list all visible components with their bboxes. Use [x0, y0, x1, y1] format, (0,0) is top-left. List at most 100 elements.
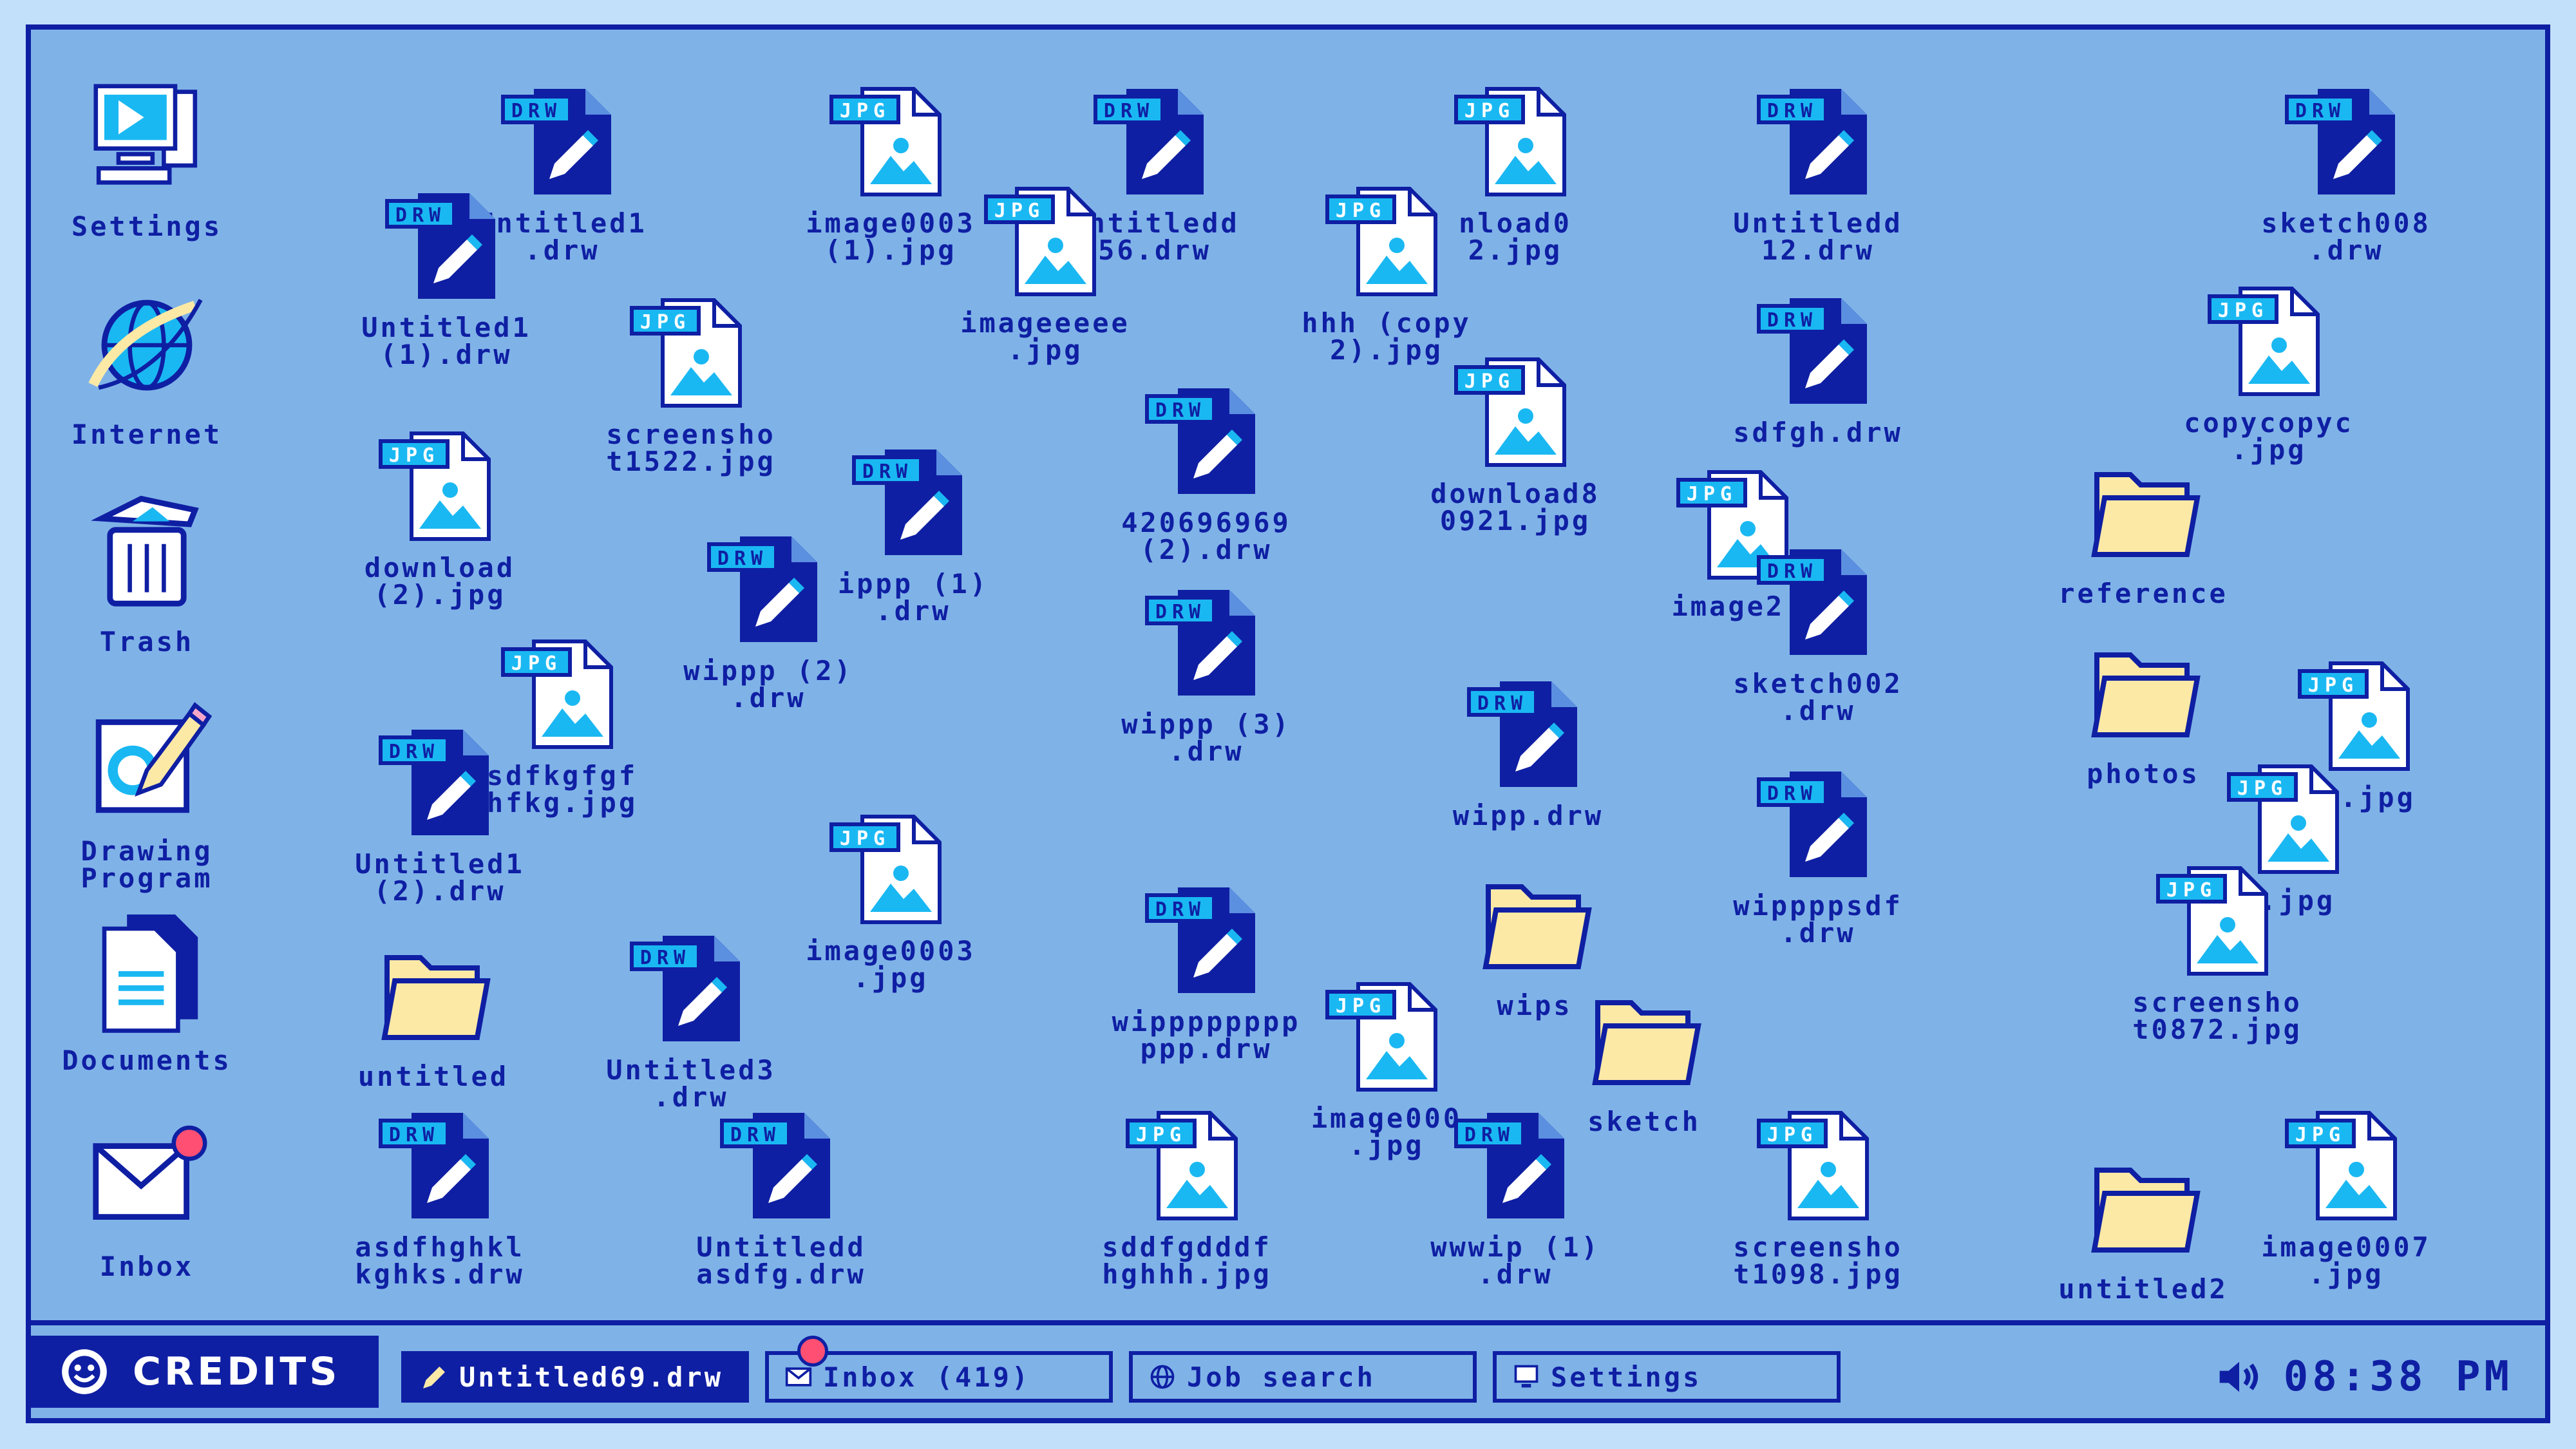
- trash-icon: [91, 495, 199, 607]
- drw-file-icon: DRW: [379, 730, 489, 835]
- file-icon-jpg[interactable]: JPG image0003 .jpg: [788, 804, 994, 992]
- drawing-program-icon: [95, 702, 213, 813]
- system-clock[interactable]: 08:38 PM: [2217, 1351, 2513, 1403]
- documents-icon: [102, 914, 198, 1033]
- icon-label: wipppppppp ppp.drw: [1112, 1006, 1301, 1065]
- folder-untitled[interactable]: untitled: [330, 929, 536, 1090]
- task-inbox[interactable]: Inbox (419): [765, 1336, 1113, 1403]
- svg-text:JPG: JPG: [1464, 100, 1515, 122]
- file-icon-drw[interactable]: DRW wippppsdf .drw: [1715, 759, 1921, 947]
- svg-text:JPG: JPG: [1336, 995, 1386, 1018]
- drw-file-icon: DRW: [1145, 590, 1255, 696]
- folder-icon: [1592, 1000, 1701, 1085]
- start-label: CREDITS: [133, 1349, 341, 1394]
- icon-label: wippp (3) .drw: [1121, 708, 1291, 767]
- svg-text:JPG: JPG: [389, 444, 439, 467]
- file-icon-jpg[interactable]: JPG imageeeee .jpg: [942, 176, 1148, 364]
- icon-label: sddfgdddf hghhh.jpg: [1102, 1231, 1272, 1290]
- file-icon-drw[interactable]: DRW Untitled1 (2).drw: [337, 717, 543, 905]
- folder-icon: [1482, 884, 1592, 969]
- icon-label: screensho t0872.jpg: [2132, 987, 2302, 1045]
- notification-dot: [797, 1336, 828, 1367]
- file-icon-drw[interactable]: DRW sdfgh.drw: [1715, 285, 1921, 446]
- folder-photos[interactable]: photos: [2040, 627, 2246, 788]
- file-icon-drw[interactable]: DRW wippp (2) .drw: [665, 524, 871, 712]
- file-icon-drw[interactable]: DRW Untitledd 12.drw: [1715, 76, 1921, 264]
- svg-text:JPG: JPG: [2308, 674, 2358, 697]
- task-untitled69[interactable]: Untitled69.drw: [401, 1351, 749, 1403]
- file-icon-drw[interactable]: DRW asdfhghkl kghks.drw: [337, 1100, 543, 1288]
- clock-time: 08:38 PM: [2283, 1353, 2513, 1401]
- computer-icon: [1514, 1365, 1539, 1388]
- speaker-icon[interactable]: [2217, 1358, 2262, 1396]
- folder-sketch[interactable]: sketch: [1541, 974, 1747, 1135]
- svg-text:DRW: DRW: [862, 460, 913, 483]
- svg-text:DRW: DRW: [389, 741, 439, 763]
- desktop-icon-drawing-program[interactable]: Drawing Program: [44, 691, 250, 892]
- svg-text:JPG: JPG: [1136, 1124, 1186, 1146]
- file-icon-drw[interactable]: DRW wippp (3) .drw: [1103, 577, 1309, 765]
- jpg-file-icon: JPG: [1325, 187, 1437, 296]
- jpg-file-icon: JPG: [2285, 1111, 2397, 1220]
- drw-file-icon: DRW: [1757, 298, 1867, 404]
- taskbar: CREDITS Untitled69.drw Inbox (419) Job s…: [31, 1320, 2545, 1418]
- task-label: Job search: [1187, 1361, 1376, 1393]
- desktop-icon-documents[interactable]: Documents: [44, 900, 250, 1074]
- folder-untitled2[interactable]: untitled2: [2040, 1142, 2246, 1303]
- drw-file-icon: DRW: [1467, 681, 1577, 787]
- icon-label: Untitled1 (2).drw: [355, 848, 525, 907]
- file-icon-drw[interactable]: DRW 420696969 (2).drw: [1103, 375, 1309, 564]
- icon-label: untitled2: [2058, 1273, 2228, 1305]
- file-icon-jpg[interactable]: JPG hhh (copy 2).jpg: [1283, 176, 1490, 364]
- file-icon-jpg[interactable]: JPG copycopyc .jpg: [2166, 276, 2372, 464]
- svg-text:DRW: DRW: [1155, 898, 1206, 921]
- icon-label: Settings: [71, 211, 223, 242]
- svg-text:DRW: DRW: [511, 100, 562, 122]
- task-job-search[interactable]: Job search: [1129, 1351, 1477, 1403]
- folder-reference[interactable]: reference: [2040, 446, 2246, 607]
- file-icon-jpg[interactable]: JPG screensho t0872.jpg: [2114, 855, 2320, 1043]
- icon-label: Documents: [62, 1045, 232, 1076]
- jpg-file-icon: JPG: [1126, 1111, 1238, 1220]
- file-icon-jpg[interactable]: JPG download (2).jpg: [337, 421, 543, 609]
- icon-label: sketch002 .drw: [1733, 668, 1903, 726]
- desktop-icon-internet[interactable]: Internet: [44, 274, 250, 448]
- jpg-file-icon: JPG: [1757, 1111, 1869, 1220]
- file-icon-jpg[interactable]: JPG sddfgdddf hghhh.jpg: [1084, 1100, 1290, 1288]
- file-icon-drw[interactable]: DRW Untitled3 .drw: [588, 923, 794, 1111]
- file-icon-drw[interactable]: DRW Untitledd asdfg.drw: [678, 1100, 884, 1288]
- file-icon-drw[interactable]: DRW sketch002 .drw: [1715, 536, 1921, 724]
- icon-label: wipp.drw: [1452, 800, 1604, 831]
- task-settings[interactable]: Settings: [1493, 1351, 1841, 1403]
- icon-label: Inbox: [99, 1251, 194, 1282]
- mail-icon: [93, 1125, 207, 1220]
- file-icon-jpg[interactable]: JPG screensho t1522.jpg: [588, 287, 794, 475]
- file-icon-drw[interactable]: DRW sketch008 .drw: [2243, 76, 2449, 264]
- icon-label: wippp (2) .drw: [683, 655, 853, 714]
- svg-text:DRW: DRW: [1767, 309, 1817, 332]
- file-icon-jpg[interactable]: JPG image0007 .jpg: [2243, 1100, 2449, 1288]
- icon-label: screensho t1098.jpg: [1733, 1231, 1903, 1290]
- file-icon-drw[interactable]: DRW wipppppppp ppp.drw: [1103, 875, 1309, 1063]
- icon-label: untitled: [357, 1061, 509, 1092]
- svg-text:JPG: JPG: [994, 200, 1045, 222]
- drw-file-icon: DRW: [1145, 388, 1255, 494]
- drw-file-icon: DRW: [1757, 89, 1867, 194]
- file-icon-drw[interactable]: DRW Untitled1 (1).drw: [343, 180, 549, 368]
- icon-label: Trash: [99, 626, 194, 658]
- desktop-icon-settings[interactable]: Settings: [44, 66, 250, 240]
- jpg-file-icon: JPG: [630, 298, 742, 408]
- folder-icon: [2091, 1168, 2201, 1253]
- desktop-icon-trash[interactable]: Trash: [44, 482, 250, 656]
- smiley-icon: [62, 1349, 107, 1394]
- desktop-icon-inbox[interactable]: Inbox: [44, 1106, 250, 1280]
- icon-label: Untitledd 12.drw: [1733, 207, 1903, 266]
- start-button[interactable]: CREDITS: [31, 1336, 379, 1408]
- file-icon-drw[interactable]: DRW wipp.drw: [1425, 668, 1631, 829]
- file-icon-jpg[interactable]: JPG download8 0921.jpg: [1412, 346, 1618, 535]
- icon-label: image0007 .jpg: [2261, 1231, 2431, 1290]
- icon-label: Untitled1 (1).drw: [361, 312, 531, 370]
- icon-label: download (2).jpg: [364, 552, 516, 611]
- icon-label: sdfgh.drw: [1733, 417, 1903, 448]
- drw-file-icon: DRW: [1757, 772, 1867, 877]
